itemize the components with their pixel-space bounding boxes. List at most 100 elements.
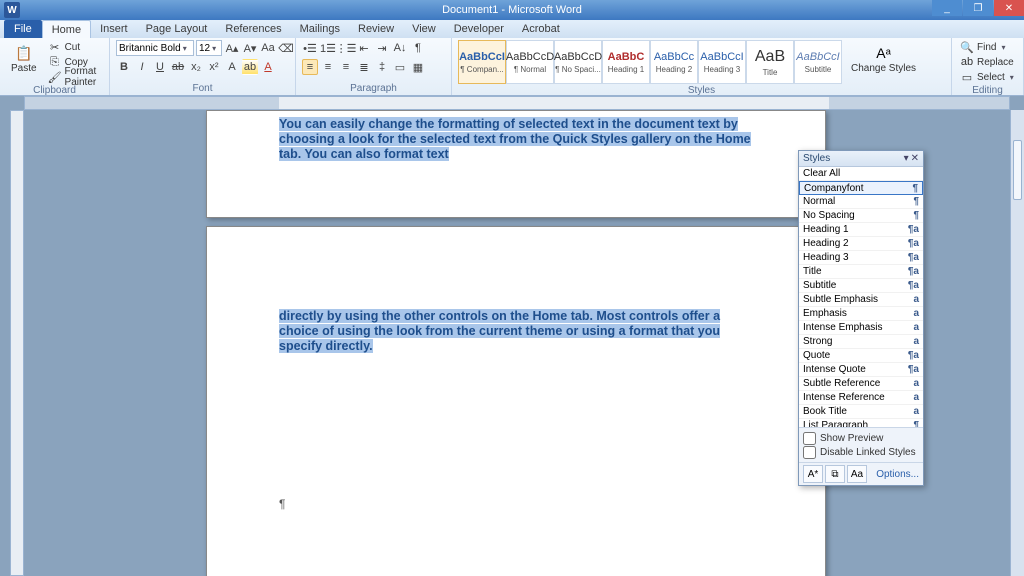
disable-linked-checkbox[interactable]: Disable Linked Styles <box>803 445 919 459</box>
style-list-item[interactable]: Heading 3¶a <box>799 251 923 265</box>
style-list-item[interactable]: Stronga <box>799 335 923 349</box>
style-list-item[interactable]: Heading 2¶a <box>799 237 923 251</box>
paragraph-2[interactable]: directly by using the other controls on … <box>279 309 753 354</box>
styles-pane: Styles ▾ ✕ Clear All Companyfont¶Normal¶… <box>798 150 924 486</box>
borders-button[interactable]: ▦ <box>410 59 426 75</box>
minimize-button[interactable]: _ <box>932 0 962 16</box>
tab-references[interactable]: References <box>216 20 290 38</box>
justify-button[interactable]: ≣ <box>356 59 372 75</box>
font-name-combo[interactable]: Britannic Bold <box>116 40 194 56</box>
style-gallery-item[interactable]: AaBbCHeading 1 <box>602 40 650 84</box>
find-button[interactable]: 🔍Find <box>958 40 1016 54</box>
cut-button[interactable]: ✂Cut <box>46 40 103 54</box>
style-list-item[interactable]: Companyfont¶ <box>799 181 923 195</box>
style-list-item[interactable]: Intense Referencea <box>799 391 923 405</box>
style-list-item[interactable]: Title¶a <box>799 265 923 279</box>
tab-acrobat[interactable]: Acrobat <box>513 20 569 38</box>
styles-options-link[interactable]: Options... <box>876 469 919 480</box>
style-list-item[interactable]: Subtitle¶a <box>799 279 923 293</box>
replace-icon: ab <box>960 56 974 68</box>
superscript-button[interactable]: x² <box>206 59 222 75</box>
shrink-font-button[interactable]: A▾ <box>242 40 258 56</box>
grow-font-button[interactable]: A▴ <box>224 40 240 56</box>
tab-review[interactable]: Review <box>349 20 403 38</box>
change-styles-button[interactable]: Aᵃ Change Styles <box>846 40 921 77</box>
style-gallery-item[interactable]: AaBTitle <box>746 40 794 84</box>
show-preview-checkbox[interactable]: Show Preview <box>803 431 919 445</box>
style-list-item[interactable]: Subtle Referencea <box>799 377 923 391</box>
style-list-item[interactable]: Quote¶a <box>799 349 923 363</box>
horizontal-ruler[interactable] <box>24 96 1010 110</box>
group-label-paragraph: Paragraph <box>302 82 445 95</box>
decrease-indent-button[interactable]: ⇤ <box>356 40 372 56</box>
scroll-thumb[interactable] <box>1013 140 1022 200</box>
pane-dropdown-icon[interactable]: ▾ <box>904 153 909 164</box>
file-tab[interactable]: File <box>4 20 42 38</box>
tab-home[interactable]: Home <box>42 20 91 38</box>
change-case-button[interactable]: Aa <box>260 40 276 56</box>
line-spacing-button[interactable]: ‡ <box>374 59 390 75</box>
styles-gallery[interactable]: AaBbCcI¶ Compan...AaBbCcD¶ NormalAaBbCcD… <box>458 40 842 84</box>
style-gallery-item[interactable]: AaBbCcD¶ Normal <box>506 40 554 84</box>
strikethrough-button[interactable]: ab <box>170 59 186 75</box>
style-inspector-button[interactable]: ⧉ <box>825 465 845 483</box>
tab-page-layout[interactable]: Page Layout <box>137 20 217 38</box>
font-color-button[interactable]: A <box>260 59 276 75</box>
font-size-combo[interactable]: 12 <box>196 40 222 56</box>
pane-close-icon[interactable]: ✕ <box>911 153 919 164</box>
new-style-button[interactable]: A* <box>803 465 823 483</box>
select-button[interactable]: ▭Select <box>958 70 1016 84</box>
chevron-down-icon <box>210 43 216 54</box>
sort-button[interactable]: A↓ <box>392 40 408 56</box>
increase-indent-button[interactable]: ⇥ <box>374 40 390 56</box>
style-gallery-item[interactable]: AaBbCcISubtitle <box>794 40 842 84</box>
manage-styles-button[interactable]: Aa <box>847 465 867 483</box>
find-icon: 🔍 <box>960 41 974 54</box>
word-icon: W <box>4 2 20 18</box>
paste-button[interactable]: 📋 Paste <box>6 40 42 77</box>
clear-formatting-button[interactable]: ⌫ <box>278 40 294 56</box>
styles-pane-title[interactable]: Styles ▾ ✕ <box>799 151 923 167</box>
style-gallery-item[interactable]: AaBbCcI¶ Compan... <box>458 40 506 84</box>
group-styles: AaBbCcI¶ Compan...AaBbCcD¶ NormalAaBbCcD… <box>452 38 952 95</box>
style-clear-all[interactable]: Clear All <box>799 167 923 181</box>
bullets-button[interactable]: •☰ <box>302 40 318 56</box>
underline-button[interactable]: U <box>152 59 168 75</box>
style-list-item[interactable]: Heading 1¶a <box>799 223 923 237</box>
shading-button[interactable]: ▭ <box>392 59 408 75</box>
maximize-button[interactable]: ❐ <box>963 0 993 16</box>
group-paragraph: •☰ 1☰ ⋮☰ ⇤ ⇥ A↓ ¶ ≡ ≡ ≡ ≣ ‡ ▭ ▦ <box>296 38 452 95</box>
paragraph-1[interactable]: You can easily change the formatting of … <box>279 117 753 162</box>
style-list-item[interactable]: Intense Quote¶a <box>799 363 923 377</box>
subscript-button[interactable]: x₂ <box>188 59 204 75</box>
tab-insert[interactable]: Insert <box>91 20 137 38</box>
align-right-button[interactable]: ≡ <box>338 59 354 75</box>
style-gallery-item[interactable]: AaBbCcIHeading 3 <box>698 40 746 84</box>
style-list-item[interactable]: List Paragraph¶ <box>799 419 923 427</box>
close-button[interactable]: ✕ <box>994 0 1024 16</box>
numbering-button[interactable]: 1☰ <box>320 40 336 56</box>
multilevel-button[interactable]: ⋮☰ <box>338 40 354 56</box>
text-effects-button[interactable]: A <box>224 59 240 75</box>
align-center-button[interactable]: ≡ <box>320 59 336 75</box>
replace-button[interactable]: abReplace <box>958 55 1016 69</box>
style-list-item[interactable]: Intense Emphasisa <box>799 321 923 335</box>
tab-mailings[interactable]: Mailings <box>291 20 349 38</box>
style-list-item[interactable]: Emphasisa <box>799 307 923 321</box>
style-gallery-item[interactable]: AaBbCcHeading 2 <box>650 40 698 84</box>
vertical-ruler[interactable] <box>10 110 24 576</box>
italic-button[interactable]: I <box>134 59 150 75</box>
style-list-item[interactable]: Normal¶ <box>799 195 923 209</box>
tab-view[interactable]: View <box>403 20 445 38</box>
tab-developer[interactable]: Developer <box>445 20 513 38</box>
bold-button[interactable]: B <box>116 59 132 75</box>
style-list-item[interactable]: No Spacing¶ <box>799 209 923 223</box>
format-painter-button[interactable]: 🖌Format Painter <box>46 70 103 84</box>
style-list-item[interactable]: Book Titlea <box>799 405 923 419</box>
style-list-item[interactable]: Subtle Emphasisa <box>799 293 923 307</box>
highlight-button[interactable]: ab <box>242 59 258 75</box>
vertical-scrollbar[interactable] <box>1010 110 1024 576</box>
style-gallery-item[interactable]: AaBbCcD¶ No Spaci... <box>554 40 602 84</box>
align-left-button[interactable]: ≡ <box>302 59 318 75</box>
show-marks-button[interactable]: ¶ <box>410 40 426 56</box>
